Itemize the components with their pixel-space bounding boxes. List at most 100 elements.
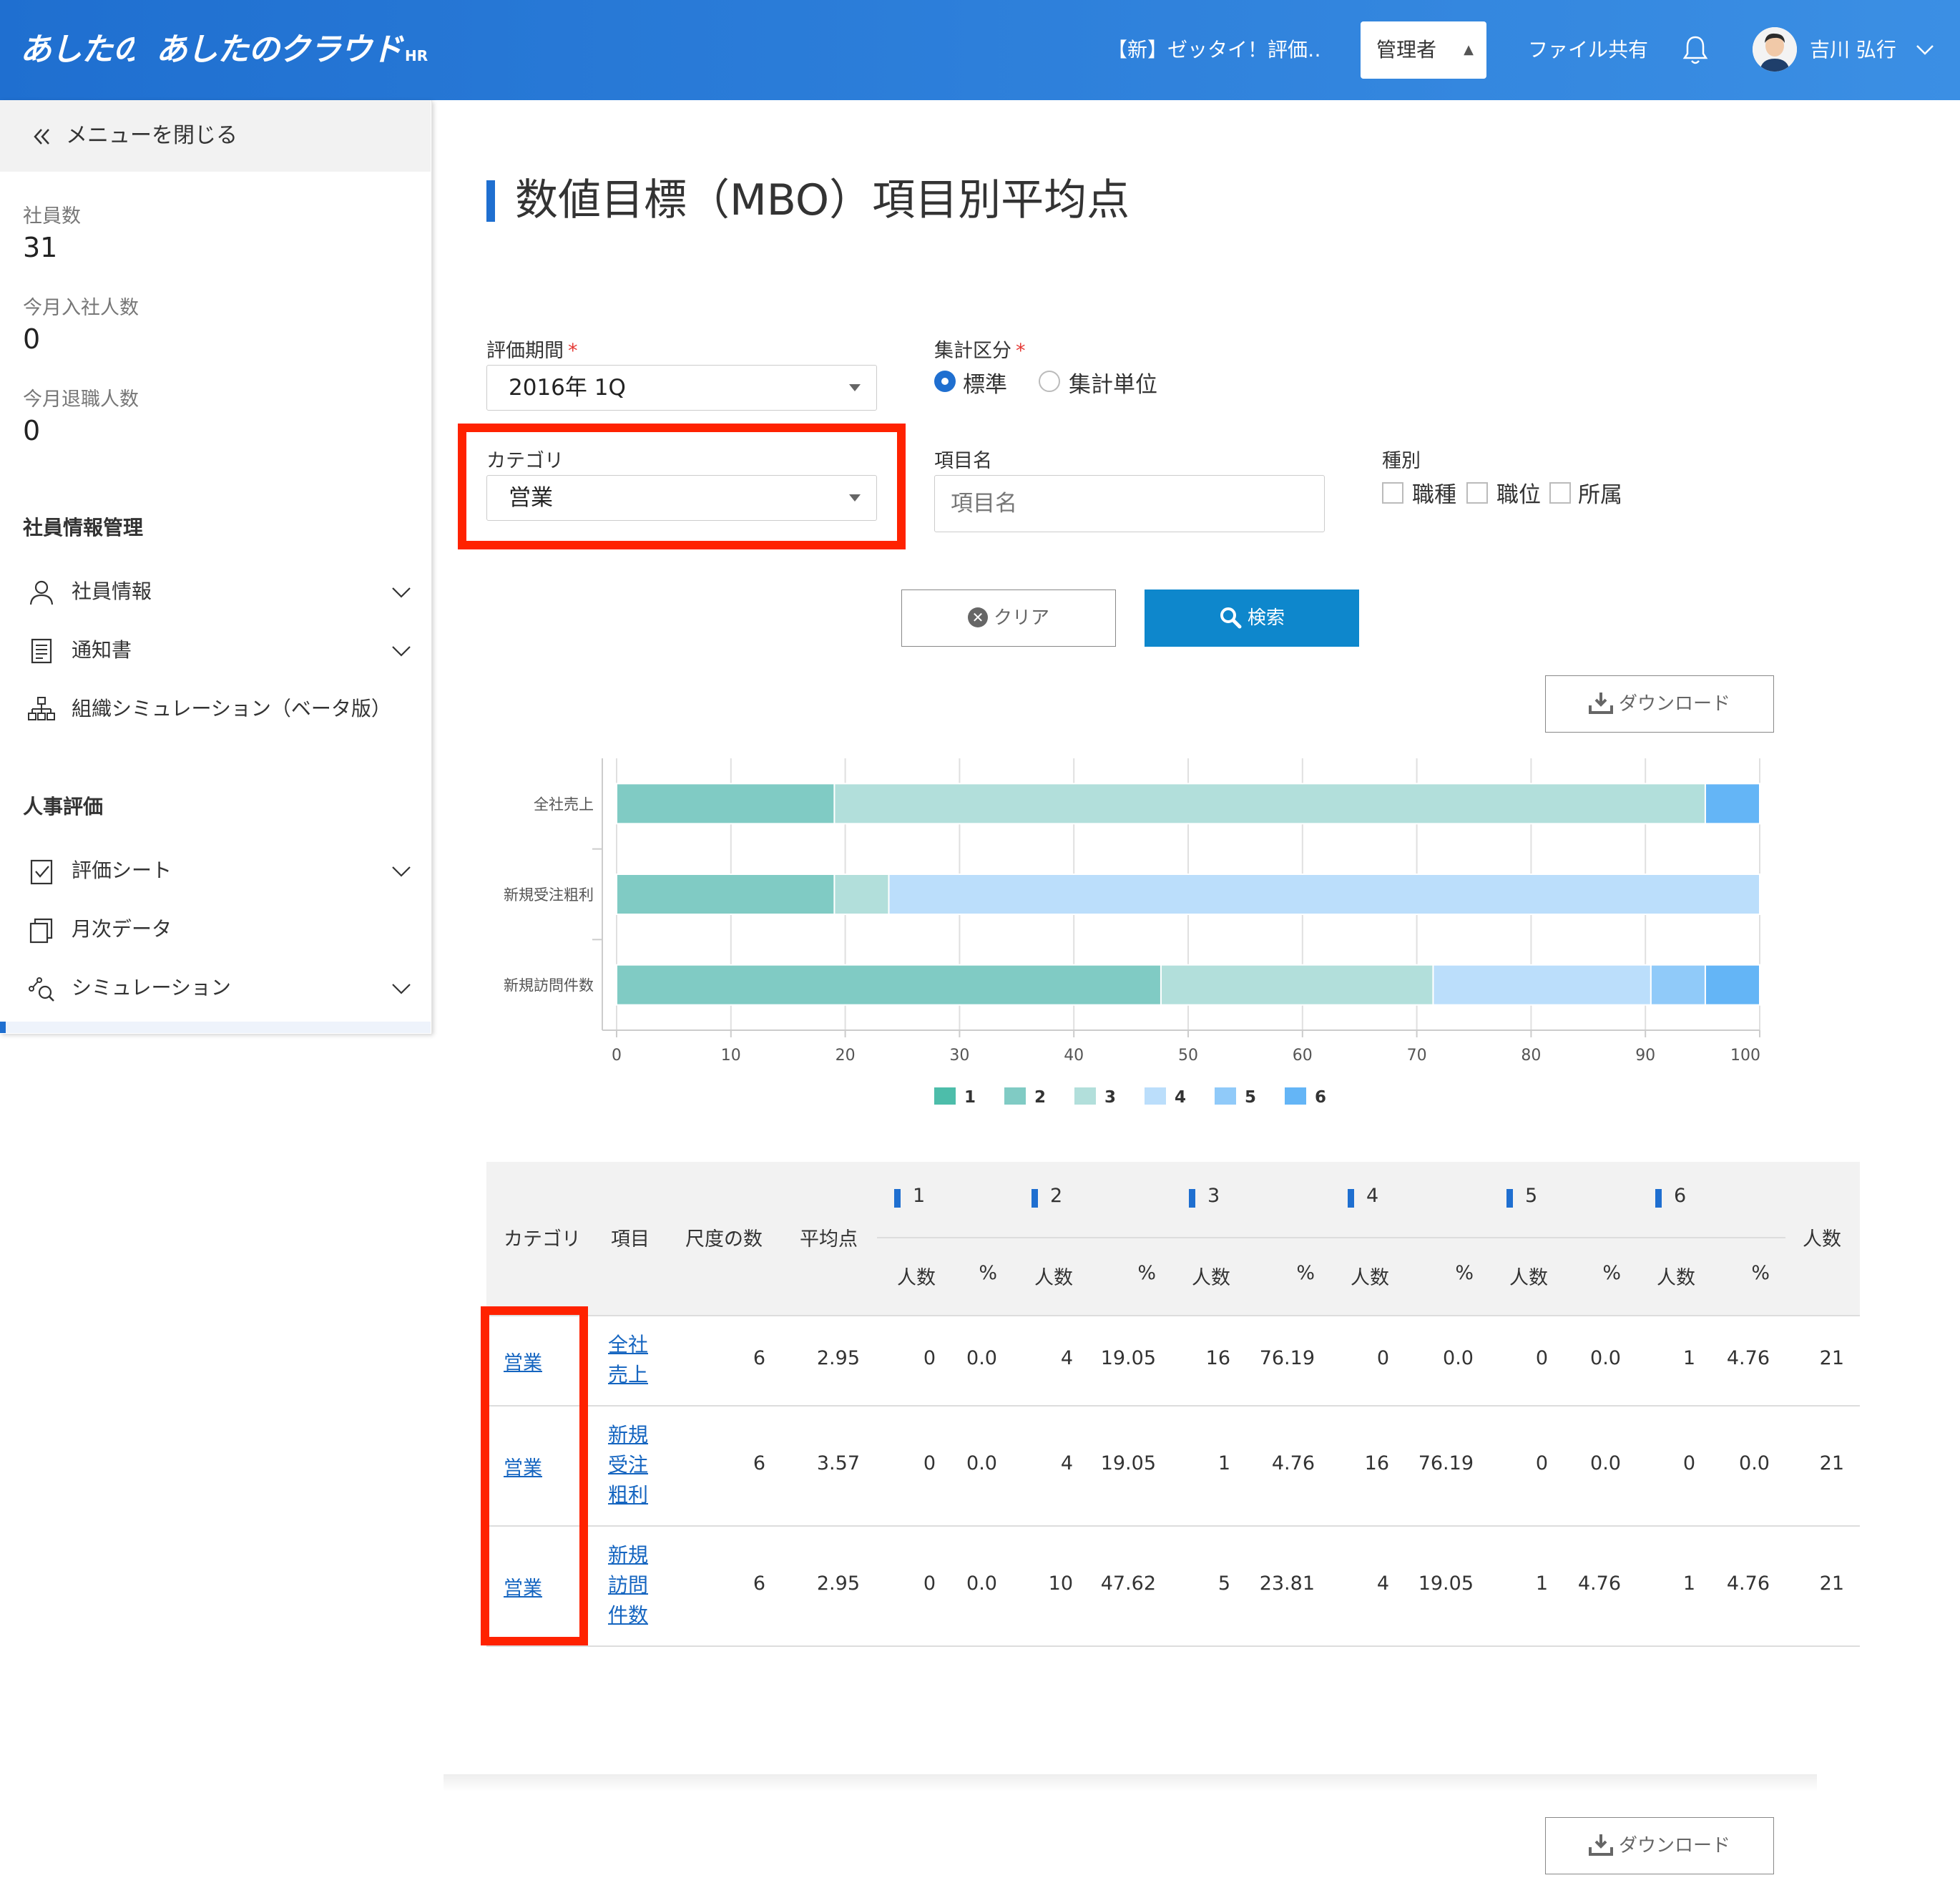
table-header-divider bbox=[877, 1237, 1785, 1238]
y-category-label: 新規訪問件数 bbox=[504, 977, 594, 994]
checkbox-position[interactable] bbox=[1466, 482, 1488, 504]
sidebar-item-notice[interactable]: 通知書 bbox=[0, 625, 431, 675]
cell-people: 16 bbox=[1205, 1347, 1230, 1369]
search-icon bbox=[1220, 607, 1242, 628]
cell-people: 4 bbox=[1376, 1572, 1389, 1595]
sidebar-item-employee-info[interactable]: 社員情報 bbox=[0, 567, 431, 617]
clear-button-label: クリア bbox=[993, 607, 1049, 629]
sidebar-item-monthly-data[interactable]: 月次データ bbox=[0, 904, 431, 954]
th-score-group: 5 bbox=[1525, 1185, 1538, 1207]
item-link[interactable]: 全社 売上 bbox=[608, 1330, 658, 1390]
search-button[interactable]: 検索 bbox=[1145, 590, 1359, 647]
highlight-category-column bbox=[481, 1306, 588, 1645]
sidebar-item-org-simulation[interactable]: 組織シミュレーション（ベータ版） bbox=[0, 684, 431, 734]
item-link-line: 売上 bbox=[608, 1363, 649, 1386]
close-menu-button[interactable]: メニューを閉じる bbox=[0, 100, 431, 172]
period-select[interactable]: 2016年 1Q bbox=[486, 365, 877, 411]
avatar[interactable] bbox=[1753, 27, 1797, 72]
cell-people: 1 bbox=[1535, 1572, 1548, 1595]
legend-label: 5 bbox=[1245, 1088, 1256, 1107]
th-score-group: 3 bbox=[1207, 1185, 1220, 1207]
sidebar: メニューを閉じる 社員数 31 今月入社人数 0 今月退職人数 0 社員情報管理… bbox=[0, 100, 432, 1034]
download-button-bottom[interactable]: ダウンロード bbox=[1545, 1817, 1774, 1874]
cell-percent: 4.76 bbox=[1726, 1347, 1770, 1369]
bar-segment bbox=[1650, 964, 1706, 1006]
company-switcher[interactable]: 【新】ゼッタイ！評価… bbox=[1107, 34, 1322, 66]
row-divider bbox=[486, 1405, 1860, 1407]
logo-text-2: あしたのクラウド bbox=[156, 31, 403, 68]
aggregation-label-text: 集計区分 bbox=[934, 340, 1011, 362]
radio-aggregation-unit[interactable] bbox=[1039, 371, 1060, 392]
item-link-line: 訪問 bbox=[608, 1573, 649, 1597]
stat-value-joined: 0 bbox=[23, 323, 41, 355]
th-percent: % bbox=[1455, 1262, 1474, 1284]
th-item: 項目 bbox=[611, 1228, 650, 1251]
item-link[interactable]: 新規 受注 粗利 bbox=[608, 1420, 658, 1510]
cell-percent: 0.0 bbox=[1590, 1452, 1621, 1474]
chevron-down-icon bbox=[392, 984, 411, 994]
file-share-link[interactable]: ファイル共有 bbox=[1528, 34, 1648, 66]
radio-standard-label[interactable]: 標準 bbox=[963, 366, 1007, 398]
cell-percent: 76.19 bbox=[1259, 1347, 1315, 1369]
th-category: カテゴリ bbox=[504, 1228, 581, 1251]
top-header: あしたの あしたのクラウド HR 【新】ゼッタイ！評価… 管理者 ▲ ファイル共… bbox=[0, 0, 1960, 100]
stat-label-left: 今月退職人数 bbox=[23, 388, 139, 411]
group-marker-bar bbox=[1348, 1189, 1354, 1208]
item-name-input[interactable] bbox=[934, 475, 1325, 532]
aggregation-label: 集計区分 * bbox=[934, 335, 1026, 363]
cell-people: 4 bbox=[1060, 1347, 1073, 1369]
highlight-category-filter bbox=[458, 424, 906, 549]
chevron-down-icon bbox=[392, 646, 411, 657]
simulation-icon bbox=[29, 977, 54, 1002]
page-title: 数値目標（MBO）項目別平均点 bbox=[515, 175, 1130, 225]
cell-people: 0 bbox=[1535, 1452, 1548, 1474]
checkbox-department-label[interactable]: 所属 bbox=[1578, 476, 1622, 509]
period-label-text: 評価期間 bbox=[486, 340, 564, 362]
th-people: 人数 bbox=[1351, 1267, 1389, 1289]
cell-total-people: 21 bbox=[1819, 1452, 1844, 1474]
logo-suffix: HR bbox=[405, 47, 428, 64]
user-name[interactable]: 吉川 弘行 bbox=[1810, 34, 1896, 66]
item-link-line: 件数 bbox=[608, 1603, 649, 1627]
bell-icon[interactable] bbox=[1681, 34, 1710, 66]
group-marker-bar bbox=[1506, 1189, 1513, 1208]
cell-percent: 0.0 bbox=[966, 1572, 997, 1595]
required-mark: * bbox=[568, 340, 578, 362]
app-logo[interactable]: あしたの あしたのクラウド HR bbox=[20, 27, 428, 73]
chevron-down-icon bbox=[392, 587, 411, 598]
clear-button[interactable]: ✕ クリア bbox=[901, 590, 1116, 647]
cell-scale-count: 6 bbox=[753, 1452, 765, 1474]
bar-segment bbox=[616, 964, 1162, 1006]
required-mark: * bbox=[1016, 340, 1026, 362]
caret-down-icon bbox=[849, 384, 861, 391]
checkbox-job-type-label[interactable]: 職種 bbox=[1412, 476, 1456, 509]
checkbox-department[interactable] bbox=[1549, 482, 1571, 504]
download-button-top[interactable]: ダウンロード bbox=[1545, 675, 1774, 733]
row-divider bbox=[486, 1525, 1860, 1527]
checkbox-position-label[interactable]: 職位 bbox=[1496, 476, 1541, 509]
period-label: 評価期間 * bbox=[486, 335, 578, 363]
download-button-label: ダウンロード bbox=[1618, 1835, 1730, 1856]
sidebar-item-label: 評価シート bbox=[72, 858, 172, 882]
legend-label: 4 bbox=[1175, 1088, 1186, 1107]
chevron-down-icon[interactable] bbox=[1914, 39, 1936, 60]
download-button-label: ダウンロード bbox=[1618, 693, 1730, 715]
checkbox-job-type[interactable] bbox=[1382, 482, 1403, 504]
sidebar-item-evaluation-sheet[interactable]: 評価シート bbox=[0, 846, 431, 896]
sidebar-item-simulation[interactable]: シミュレーション bbox=[0, 963, 431, 1013]
th-scale-count: 尺度の数 bbox=[685, 1228, 763, 1251]
group-marker-bar bbox=[1032, 1189, 1038, 1208]
item-link[interactable]: 新規 訪問 件数 bbox=[608, 1540, 658, 1630]
th-people: 人数 bbox=[1657, 1267, 1695, 1289]
group-marker-bar bbox=[1189, 1189, 1195, 1208]
item-link-line: 全社 bbox=[608, 1333, 649, 1356]
radio-aggregation-unit-label[interactable]: 集計単位 bbox=[1069, 366, 1157, 398]
x-tick-label: 0 bbox=[612, 1047, 622, 1065]
cell-average: 2.95 bbox=[816, 1347, 860, 1369]
checklist-icon bbox=[30, 859, 53, 885]
role-select[interactable]: 管理者 ▲ bbox=[1361, 21, 1486, 79]
stat-label-employees: 社員数 bbox=[23, 205, 81, 228]
bar-segment bbox=[1432, 964, 1652, 1006]
legend-swatch bbox=[1145, 1087, 1166, 1105]
radio-standard[interactable] bbox=[934, 371, 956, 392]
